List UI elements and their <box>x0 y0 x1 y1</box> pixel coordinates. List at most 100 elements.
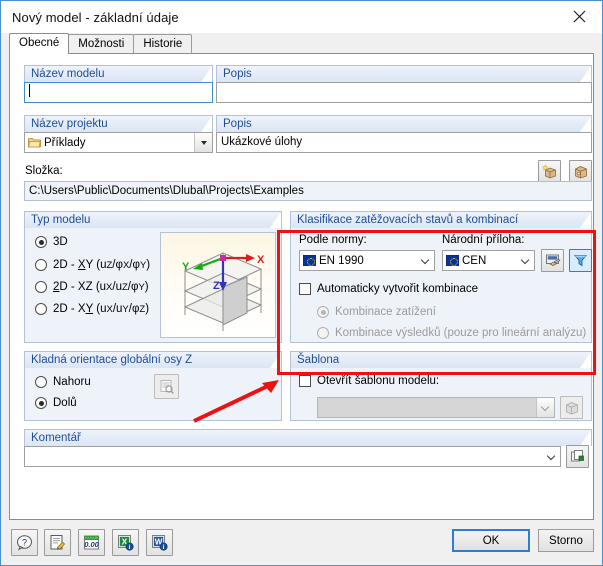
radio-label: Nahoru <box>53 376 91 388</box>
template-group: Šablona Otevřít šablonu modelu: <box>290 351 592 421</box>
checkbox-label: Otevřít šablonu modelu: <box>317 375 440 387</box>
auto-combinations-checkbox[interactable]: Automaticky vytvořit kombinace <box>299 283 478 295</box>
excel-export-button[interactable]: X i <box>112 529 139 556</box>
filter-funnel-icon <box>574 255 587 267</box>
template-browse-button <box>560 396 583 419</box>
radio-indicator <box>35 376 47 388</box>
word-export-button[interactable]: W i <box>146 529 173 556</box>
cancel-button[interactable]: Storno <box>538 529 594 552</box>
question-balloon-icon: ? <box>17 535 32 551</box>
svg-text:X: X <box>257 254 265 266</box>
classification-title: Klasifikace zatěžovacích stavů a kombina… <box>290 211 592 228</box>
folder-path: C:\Users\Public\Documents\Dlubal\Project… <box>24 181 592 201</box>
checkbox-label: Automaticky vytvořit kombinace <box>317 283 479 295</box>
folder-caption: Složka: <box>25 165 63 177</box>
classification-settings-button[interactable] <box>541 249 564 272</box>
radio-z-down[interactable]: Dolů <box>35 397 77 409</box>
radio-model-2d-xy-uz[interactable]: 2D - XY (uZ/φX/φY) <box>35 259 150 271</box>
tab-page-obecne: Název modelu Popis Název projektu Příkla… <box>9 53 594 520</box>
tab-strip: Obecné Možnosti Historie <box>9 33 602 54</box>
radio-indicator <box>35 281 47 293</box>
radio-model-2d-xy-ux[interactable]: 2D - XY (uX/uY/φZ) <box>35 303 149 315</box>
model-type-group: Typ modelu 3D 2D - XY (uZ/φX/φY) 2D - XZ… <box>24 211 282 343</box>
eu-flag-icon <box>446 255 459 266</box>
classification-group: Klasifikace zatěžovacích stavů a kombina… <box>290 211 592 343</box>
tab-historie[interactable]: Historie <box>133 34 193 54</box>
radio-indicator <box>35 397 47 409</box>
comment-copy-button[interactable] <box>566 445 589 468</box>
svg-text:0.00: 0.00 <box>84 540 99 549</box>
text-caret <box>29 84 30 97</box>
close-icon <box>573 10 586 23</box>
z-orientation-preview-button <box>154 374 179 399</box>
project-name-combo[interactable]: Příklady <box>24 132 213 153</box>
model-preview-3d: X Y Z <box>182 252 265 331</box>
help-button[interactable]: ? <box>11 529 38 556</box>
annotation-arrow <box>193 380 279 423</box>
close-button[interactable] <box>557 1 602 32</box>
new-model-dialog: Nový model - základní údaje Obecné Možno… <box>0 0 603 566</box>
project-name-value: Příklady <box>44 136 86 149</box>
chevron-down-icon[interactable] <box>517 251 534 270</box>
chevron-down-icon[interactable] <box>194 133 212 152</box>
radio-indicator <box>35 303 47 315</box>
model-description-input[interactable] <box>216 82 592 103</box>
tab-obecne[interactable]: Obecné <box>9 33 70 54</box>
standard-combo[interactable]: EN 1990 <box>299 250 435 271</box>
radio-indicator <box>35 236 47 248</box>
svg-text:Y: Y <box>182 261 190 273</box>
annex-value: CEN <box>462 254 487 267</box>
window-title: Nový model - základní údaje <box>12 9 179 25</box>
model-description-caption: Popis <box>216 65 592 82</box>
model-preview: X Y Z <box>160 232 276 338</box>
units-000-icon: 0.00 <box>84 535 100 550</box>
model-type-title: Typ modelu <box>24 211 282 228</box>
word-icon: W i <box>152 535 168 551</box>
annex-caption: Národní příloha: <box>442 234 525 246</box>
new-project-button[interactable] <box>538 160 561 183</box>
open-box-icon <box>574 165 587 178</box>
svg-text:?: ? <box>22 538 27 548</box>
checkbox-indicator <box>299 283 311 295</box>
eu-flag-icon <box>303 255 316 266</box>
standard-caption: Podle normy: <box>299 234 367 246</box>
chevron-down-icon[interactable] <box>543 447 560 466</box>
tab-moznosti[interactable]: Možnosti <box>68 34 135 54</box>
open-template-checkbox[interactable]: Otevřít šablonu modelu: <box>299 375 439 387</box>
svg-text:Z: Z <box>213 280 220 292</box>
comment-caption: Komentář <box>24 429 592 446</box>
annex-combo[interactable]: CEN <box>442 250 535 271</box>
standard-value: EN 1990 <box>319 254 364 267</box>
model-name-caption: Název modelu <box>24 65 213 82</box>
radio-indicator <box>317 306 329 318</box>
radio-model-3d[interactable]: 3D <box>35 236 68 248</box>
project-description-input[interactable]: Ukázkové úlohy <box>216 132 592 153</box>
checkbox-indicator <box>299 375 311 387</box>
project-description-caption: Popis <box>216 115 592 132</box>
chevron-down-icon <box>536 398 554 417</box>
classification-filter-button[interactable] <box>569 249 592 272</box>
radio-z-up[interactable]: Nahoru <box>35 376 91 388</box>
open-box-icon <box>565 401 578 414</box>
ok-button[interactable]: OK <box>452 529 530 552</box>
radio-label: 2D - XZ (uX/uZ/φY) <box>53 281 149 293</box>
template-combo <box>317 397 555 418</box>
title-bar: Nový model - základní údaje <box>1 1 602 33</box>
settings-icon <box>545 254 560 266</box>
radio-indicator <box>35 259 47 271</box>
units-button[interactable]: 0.00 <box>78 529 105 556</box>
radio-label: Dolů <box>53 397 77 409</box>
new-box-icon <box>541 163 556 178</box>
comment-combo[interactable] <box>24 446 561 467</box>
edit-button[interactable] <box>44 529 71 556</box>
folder-icon <box>28 137 41 148</box>
radio-model-2d-xz[interactable]: 2D - XZ (uX/uZ/φY) <box>35 281 149 293</box>
chevron-down-icon[interactable] <box>417 251 434 270</box>
model-name-input[interactable] <box>24 82 213 103</box>
open-project-button[interactable] <box>569 160 592 183</box>
radio-indicator <box>317 327 329 339</box>
excel-icon: X i <box>118 535 134 551</box>
z-orientation-title: Kladná orientace globální osy Z <box>24 351 282 368</box>
dialog-footer: ? 0.00 X i W i OK Storno <box>1 520 602 565</box>
copy-icon <box>571 450 584 462</box>
